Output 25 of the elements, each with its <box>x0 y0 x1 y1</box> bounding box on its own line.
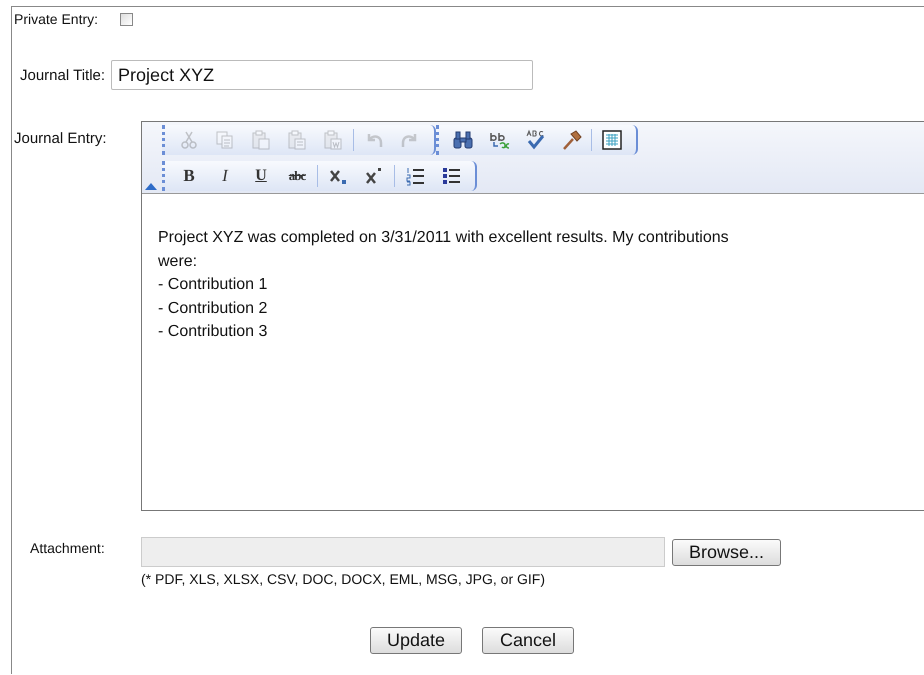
form-button[interactable]: Cancel <box>482 627 574 654</box>
bullet-list-icon <box>440 165 462 187</box>
private-entry-label: Private Entry: <box>14 11 98 27</box>
attachment-label: Attachment: <box>30 540 106 556</box>
collapse-toolbar-icon[interactable] <box>145 183 157 190</box>
journal-title-label: Journal Title: <box>20 66 106 84</box>
paste-text-icon <box>286 129 308 151</box>
file-types-hint: (* PDF, XLS, XLSX, CSV, DOC, DOCX, EML, MSG, JPG, or GIF) <box>141 571 546 587</box>
paste-icon <box>250 129 272 151</box>
journal-entry-label: Journal Entry: <box>14 130 108 147</box>
table-icon <box>601 129 623 151</box>
spellcheck-icon <box>524 129 546 151</box>
paste-word-icon <box>322 129 344 151</box>
attachment-file-field[interactable] <box>141 537 665 567</box>
journal-title-field[interactable]: Project XYZ <box>111 60 534 90</box>
italic-button[interactable]: I <box>207 162 243 190</box>
form-button[interactable]: Update <box>370 627 462 654</box>
binoculars-icon <box>452 129 474 151</box>
browse-button[interactable]: Browse... <box>672 538 782 566</box>
strike-button[interactable]: abc <box>279 162 315 190</box>
underline-button[interactable]: U <box>243 162 279 190</box>
hammer-icon <box>560 129 582 151</box>
numbered-list-icon <box>404 165 426 187</box>
bold-button[interactable]: B <box>171 162 207 190</box>
private-entry-checkbox[interactable] <box>120 12 134 26</box>
